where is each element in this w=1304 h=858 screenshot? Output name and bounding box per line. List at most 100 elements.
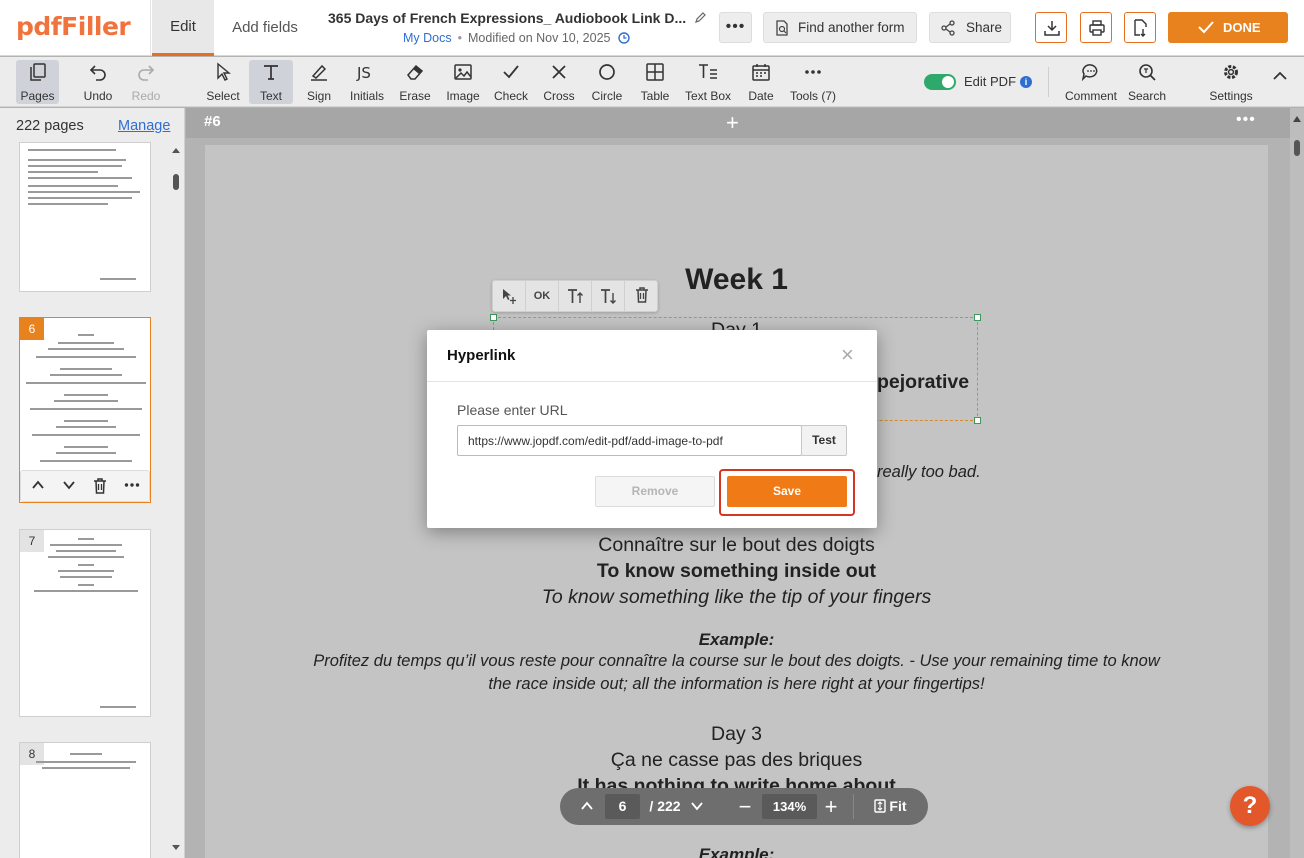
zoom-in-button[interactable]: + <box>818 788 844 825</box>
delete-page-button[interactable] <box>85 471 115 501</box>
font-size-down-icon <box>601 289 616 304</box>
toolbar-separator <box>1048 67 1049 97</box>
fit-page-button[interactable]: Fit <box>865 788 915 825</box>
share-button[interactable]: Share <box>929 12 1011 43</box>
save-link-button[interactable]: Save <box>727 476 847 507</box>
ok-button[interactable]: OK <box>526 281 559 311</box>
move-page-up-button[interactable] <box>23 471 53 501</box>
my-docs-link[interactable]: My Docs <box>403 31 452 45</box>
sidebar-scroll-thumb[interactable] <box>173 174 179 190</box>
check-icon <box>503 65 519 79</box>
delete-text-button[interactable] <box>625 281 658 311</box>
tool-circle[interactable]: Circle <box>586 60 628 104</box>
next-page-button[interactable] <box>686 788 708 825</box>
hyperlink-dialog: Hyperlink × Please enter URL Test Remove… <box>427 330 877 528</box>
more-dots-icon <box>805 70 821 74</box>
tool-check-label: Check <box>493 89 528 103</box>
remove-link-button[interactable]: Remove <box>595 476 715 507</box>
page-options-button[interactable]: ••• <box>1236 111 1256 129</box>
logo: pdfFiller <box>16 12 131 41</box>
tool-text-box[interactable]: Text Box <box>683 60 733 104</box>
tab-add-fields[interactable]: Add fields <box>214 0 316 56</box>
tool-sign-label: Sign <box>306 89 332 103</box>
tool-check[interactable]: Check <box>491 60 531 104</box>
collapse-toolbar-button[interactable] <box>1268 60 1292 104</box>
tool-initials-label: Initials <box>349 89 384 103</box>
print-button[interactable] <box>1080 12 1112 43</box>
tool-more-tools[interactable]: Tools (7) <box>787 60 839 104</box>
tool-redo[interactable]: Redo <box>126 60 166 104</box>
tool-pages[interactable]: Pages <box>16 60 59 104</box>
dialog-divider <box>427 381 877 382</box>
trash-icon <box>94 478 106 494</box>
previous-page-button[interactable] <box>576 788 598 825</box>
tool-comment[interactable]: Comment <box>1062 60 1120 104</box>
tool-undo[interactable]: Undo <box>78 60 118 104</box>
page-more-button[interactable] <box>117 471 147 501</box>
tool-date[interactable]: Date <box>742 60 780 104</box>
tool-search[interactable]: Search <box>1125 60 1169 104</box>
sidebar-scrollbar[interactable] <box>170 144 182 858</box>
day-3-heading: Day 3 <box>711 723 762 745</box>
tool-table[interactable]: Table <box>635 60 675 104</box>
scroll-up-arrow-icon[interactable] <box>171 146 181 154</box>
zoom-out-button[interactable]: − <box>732 788 758 825</box>
move-text-button[interactable] <box>493 281 526 311</box>
print-icon <box>1089 20 1105 36</box>
tool-more-tools-label: Tools (7) <box>789 89 836 103</box>
tool-settings[interactable]: Settings <box>1205 60 1257 104</box>
close-icon[interactable]: × <box>841 344 854 366</box>
pencil-icon[interactable] <box>695 11 707 23</box>
document-scrollbar[interactable] <box>1290 108 1304 858</box>
document-scroll-thumb[interactable] <box>1294 140 1300 156</box>
document-title[interactable]: 365 Days of French Expressions_ Audioboo… <box>328 10 686 26</box>
tool-initials[interactable]: JS Initials <box>345 60 389 104</box>
resize-handle[interactable] <box>974 314 981 321</box>
help-button[interactable]: ? <box>1230 786 1270 826</box>
pages-count: 222 pages <box>16 118 84 134</box>
chevron-up-icon <box>581 801 593 810</box>
page-thumbnail[interactable]: 8 <box>19 742 151 858</box>
download-button[interactable] <box>1035 12 1067 43</box>
page-thumbnail[interactable]: 7 <box>19 529 151 717</box>
signature-pen-icon <box>311 64 327 81</box>
calendar-icon <box>752 64 770 81</box>
done-button[interactable]: DONE <box>1168 12 1288 43</box>
url-input[interactable] <box>457 425 802 456</box>
page-navigation-bar: 6 / 222 − 134% + Fit <box>560 788 928 825</box>
text-icon <box>264 65 278 80</box>
add-page-plus-icon[interactable]: + <box>726 110 739 136</box>
tab-edit[interactable]: Edit <box>152 0 214 56</box>
tool-sign[interactable]: Sign <box>298 60 340 104</box>
decrease-font-button[interactable] <box>592 281 625 311</box>
clock-icon[interactable] <box>618 32 630 44</box>
resize-handle[interactable] <box>974 417 981 424</box>
redo-icon <box>138 65 155 81</box>
tool-search-label: Search <box>1127 89 1167 103</box>
move-page-down-button[interactable] <box>54 471 84 501</box>
increase-font-button[interactable] <box>559 281 592 311</box>
edit-pdf-toggle[interactable] <box>924 74 956 90</box>
more-options-button[interactable]: ••• <box>719 12 752 43</box>
tool-image[interactable]: Image <box>442 60 484 104</box>
resize-handle[interactable] <box>490 314 497 321</box>
scroll-down-arrow-icon[interactable] <box>171 844 181 852</box>
zoom-level[interactable]: 134% <box>762 794 817 819</box>
comment-icon <box>1081 64 1098 82</box>
scroll-up-arrow-icon[interactable] <box>1293 116 1301 122</box>
test-link-button[interactable]: Test <box>801 425 847 456</box>
convert-button[interactable] <box>1124 12 1156 43</box>
tool-select[interactable]: Select <box>202 60 244 104</box>
info-icon[interactable]: i <box>1020 76 1032 88</box>
fit-page-icon <box>873 799 886 813</box>
tool-cross[interactable]: Cross <box>539 60 579 104</box>
tool-erase[interactable]: Erase <box>395 60 435 104</box>
text-edit-toolbar: OK <box>492 280 658 312</box>
tool-text[interactable]: Text <box>249 60 293 104</box>
page-thumbnail[interactable] <box>19 142 151 292</box>
tool-date-label: Date <box>748 89 774 103</box>
find-another-form-button[interactable]: Find another form <box>763 12 917 43</box>
manage-pages-link[interactable]: Manage <box>118 118 170 134</box>
current-page-input[interactable]: 6 <box>605 794 640 819</box>
week-heading: Week 1 <box>685 263 788 296</box>
